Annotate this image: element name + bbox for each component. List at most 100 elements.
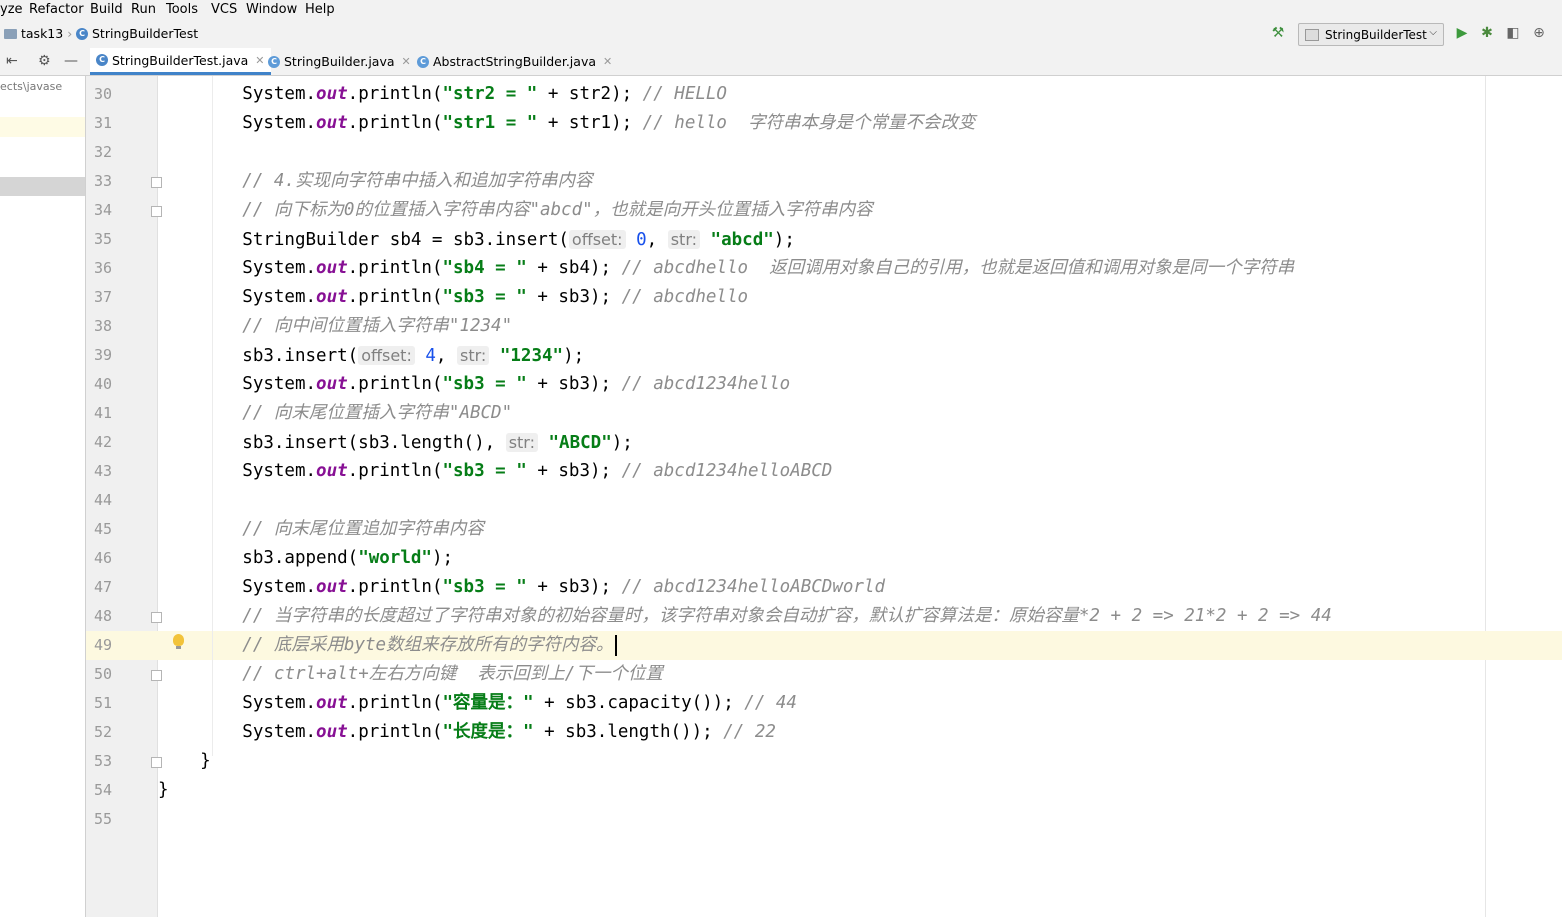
code-token: + sb3);: [526, 577, 622, 597]
code-line[interactable]: // 向末尾位置插入字符串"ABCD": [158, 399, 512, 428]
code-token: .println(: [347, 84, 443, 104]
project-tree-selected-row[interactable]: [0, 177, 85, 196]
hide-panel-icon[interactable]: —: [64, 53, 78, 69]
breadcrumb-project[interactable]: task13 ›: [4, 26, 72, 41]
java-class-icon: C: [417, 55, 429, 68]
project-tree-row[interactable]: [0, 117, 85, 137]
java-class-icon: C: [96, 54, 108, 66]
line-number: 55: [93, 810, 112, 828]
code-token: .println(: [347, 577, 443, 597]
coverage-icon[interactable]: ◧: [1504, 24, 1522, 42]
line-number: 49: [93, 636, 112, 654]
code-line[interactable]: sb3.append("world");: [158, 544, 453, 573]
code-line[interactable]: System.out.println("sb3 = " + sb3); // a…: [158, 370, 790, 399]
line-number: 30: [93, 85, 112, 103]
menu-analyze[interactable]: yze: [0, 2, 23, 17]
code-token: System.: [158, 258, 317, 278]
run-icon[interactable]: ▶: [1453, 24, 1471, 42]
code-line[interactable]: // 当字符串的长度超过了字符串对象的初始容量时，该字符串对象会自动扩容，默认扩…: [158, 602, 1331, 631]
code-token: // 向末尾位置追加字符串内容: [242, 519, 484, 539]
menu-window[interactable]: Window: [246, 2, 297, 17]
code-token: System.: [158, 374, 317, 394]
menu-vcs[interactable]: VCS: [211, 2, 237, 17]
code-line[interactable]: System.out.println("sb3 = " + sb3); // a…: [158, 457, 832, 486]
parameter-hint: str:: [667, 230, 701, 249]
code-token: "ABCD": [537, 433, 612, 453]
close-icon[interactable]: ✕: [402, 55, 411, 68]
code-token: out: [316, 722, 348, 742]
tab-label: StringBuilder.java: [284, 54, 395, 69]
code-line[interactable]: // 向下标为0的位置插入字符串内容"abcd"，也就是向开头位置插入字符串内容: [158, 196, 873, 225]
line-number: 31: [93, 114, 112, 132]
code-token: out: [316, 577, 348, 597]
line-number: 35: [93, 230, 112, 248]
gear-icon[interactable]: ⚙: [38, 53, 51, 69]
code-line[interactable]: System.out.println("容量是：" + sb3.capacity…: [158, 689, 797, 718]
code-token: "abcd": [700, 230, 774, 250]
code-token: out: [316, 258, 348, 278]
tab-stringbuildertest[interactable]: C StringBuilderTest.java ✕: [90, 48, 271, 75]
code-line[interactable]: sb3.insert(sb3.length(), str: "ABCD");: [158, 428, 633, 457]
menu-tools[interactable]: Tools: [166, 2, 198, 17]
line-number: 40: [93, 375, 112, 393]
tab-stringbuilder[interactable]: C StringBuilder.java ✕: [262, 48, 417, 75]
line-number: 48: [93, 607, 112, 625]
build-hammer-icon[interactable]: ⚒: [1269, 24, 1287, 42]
menu-help[interactable]: Help: [305, 2, 335, 17]
code-token: + sb3.length());: [533, 722, 724, 742]
menu-bar: yze Refactor Build Run Tools VCS Window …: [0, 0, 1562, 21]
code-line[interactable]: // 向中间位置插入字符串"1234": [158, 312, 512, 341]
code-token: // abcdhello 返回调用对象自己的引用，也就是返回值和调用对象是同一个…: [621, 258, 1295, 278]
code-token: // 4.实现向字符串中插入和追加字符串内容: [242, 171, 593, 191]
menu-run[interactable]: Run: [131, 2, 156, 17]
code-line[interactable]: System.out.println("str2 = " + str2); //…: [158, 80, 727, 109]
code-token: System.: [158, 722, 317, 742]
code-token: + sb3);: [526, 374, 622, 394]
run-configuration-select[interactable]: StringBuilderTest ⌵: [1298, 23, 1444, 46]
code-line[interactable]: sb3.insert(offset: 4, str: "1234");: [158, 341, 584, 370]
code-line[interactable]: // ctrl+alt+左右方向键 表示回到上/下一个位置: [158, 660, 663, 689]
menu-build[interactable]: Build: [90, 2, 123, 17]
code-token: ,: [435, 346, 457, 366]
code-token: );: [773, 230, 795, 250]
code-token: // abcd1234hello: [621, 374, 791, 394]
line-number: 45: [93, 520, 112, 538]
menu-refactor[interactable]: Refactor: [29, 2, 84, 17]
debug-bug-icon[interactable]: ✱: [1478, 24, 1496, 42]
code-token: // 向下标为0的位置插入字符串内容"abcd"，也就是向开头位置插入字符串内容: [242, 200, 873, 220]
code-token: + str1);: [537, 113, 643, 133]
code-line[interactable]: // 向末尾位置追加字符串内容: [158, 515, 484, 544]
breadcrumb-file-label: StringBuilderTest: [92, 26, 199, 41]
code-line[interactable]: }: [158, 776, 169, 805]
code-line[interactable]: // 4.实现向字符串中插入和追加字符串内容: [158, 167, 592, 196]
parameter-hint: offset:: [568, 230, 626, 249]
code-line[interactable]: StringBuilder sb4 = sb3.insert(offset: 0…: [158, 225, 795, 254]
profile-icon[interactable]: ⊕: [1530, 24, 1548, 42]
code-token: + str2);: [537, 84, 643, 104]
code-token: System.: [158, 84, 317, 104]
code-line[interactable]: System.out.println("长度是：" + sb3.length()…: [158, 718, 776, 747]
run-config-icon: [1305, 28, 1319, 41]
close-icon[interactable]: ✕: [603, 55, 612, 68]
collapse-all-icon[interactable]: ⇤: [6, 53, 18, 69]
breadcrumb-file[interactable]: C StringBuilderTest: [76, 26, 198, 41]
line-number: 34: [93, 201, 112, 219]
code-line[interactable]: System.out.println("sb3 = " + sb3); // a…: [158, 573, 885, 602]
code-line[interactable]: // 底层采用byte数组来存放所有的字符内容。: [158, 631, 617, 660]
navigation-bar: task13 › C StringBuilderTest ⚒ StringBui…: [0, 21, 1562, 49]
code-token: System.: [158, 461, 317, 481]
line-number: 46: [93, 549, 112, 567]
code-line[interactable]: System.out.println("sb4 = " + sb4); // a…: [158, 254, 1294, 283]
tab-abstractstringbuilder[interactable]: C AbstractStringBuilder.java ✕: [411, 48, 618, 75]
code-line[interactable]: System.out.println("sb3 = " + sb3); // a…: [158, 283, 748, 312]
code-line[interactable]: }: [158, 747, 211, 776]
code-token: "world": [358, 548, 432, 568]
code-token: 4: [414, 346, 436, 366]
code-token: // hello 字符串本身是个常量不会改变: [642, 113, 976, 133]
code-line[interactable]: System.out.println("str1 = " + str1); //…: [158, 109, 976, 138]
code-token: );: [611, 433, 633, 453]
